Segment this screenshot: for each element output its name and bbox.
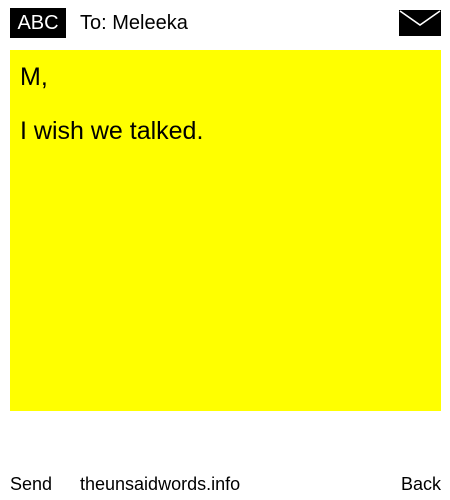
recipient-label: To: Meleeka bbox=[80, 12, 188, 34]
message-body: I wish we talked. bbox=[20, 117, 204, 145]
message-note[interactable]: M, I wish we talked. bbox=[10, 50, 441, 411]
message-greeting: M, bbox=[20, 63, 48, 91]
keyboard-mode-button[interactable]: ABC bbox=[10, 8, 66, 38]
send-button[interactable]: Send bbox=[10, 472, 52, 496]
back-button[interactable]: Back bbox=[401, 472, 441, 496]
envelope-icon[interactable] bbox=[399, 10, 441, 36]
bottom-bar: Send theunsaidwords.info Back bbox=[0, 472, 450, 496]
site-link[interactable]: theunsaidwords.info bbox=[80, 472, 240, 496]
